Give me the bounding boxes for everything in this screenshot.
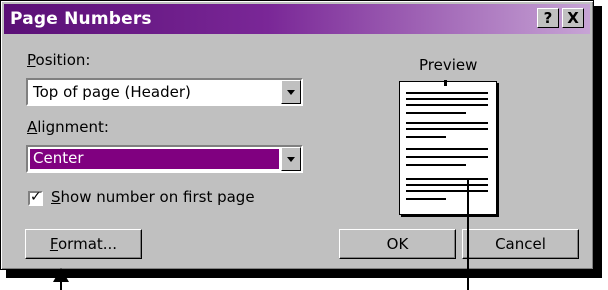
show-first-text: how number on first page bbox=[60, 188, 255, 206]
arrow-up-icon bbox=[53, 268, 69, 282]
page-numbers-dialog: Page Numbers ? X Position: Top of page (… bbox=[0, 0, 594, 270]
show-first-page-label[interactable]: Show number on first page bbox=[51, 188, 255, 206]
position-label-text: osition: bbox=[35, 51, 91, 69]
format-text: ormat... bbox=[58, 235, 118, 253]
preview-line bbox=[406, 98, 488, 100]
alignment-value: Center bbox=[29, 148, 280, 170]
preview-line bbox=[406, 164, 466, 166]
page-number-marker bbox=[444, 80, 447, 86]
preview-line bbox=[406, 190, 488, 192]
preview-line bbox=[406, 184, 488, 186]
show-first-accel: S bbox=[51, 188, 61, 206]
chevron-down-icon[interactable] bbox=[281, 80, 301, 104]
preview-line bbox=[406, 178, 488, 180]
preview-label: Preview bbox=[419, 56, 478, 74]
preview-page bbox=[399, 80, 497, 215]
alignment-label-text: lignment: bbox=[37, 118, 109, 136]
preview-line bbox=[406, 122, 488, 124]
position-select[interactable]: Top of page (Header) bbox=[26, 78, 303, 106]
cancel-button[interactable]: Cancel bbox=[462, 229, 579, 259]
preview-line bbox=[406, 136, 446, 138]
format-button[interactable]: Format... bbox=[25, 229, 142, 259]
preview-line bbox=[406, 148, 488, 150]
position-label: Position: bbox=[27, 51, 90, 69]
ok-button[interactable]: OK bbox=[339, 229, 456, 259]
preview-line bbox=[406, 198, 446, 200]
alignment-label-accel: A bbox=[27, 118, 38, 136]
dialog-title: Page Numbers bbox=[10, 9, 152, 29]
position-value: Top of page (Header) bbox=[33, 83, 191, 101]
preview-line bbox=[406, 92, 488, 94]
preview-line bbox=[406, 112, 466, 114]
alignment-select[interactable]: Center bbox=[26, 145, 303, 173]
show-first-page-checkbox[interactable] bbox=[28, 189, 43, 206]
preview-line bbox=[406, 156, 488, 158]
title-bar: Page Numbers ? X bbox=[4, 4, 590, 34]
help-button[interactable]: ? bbox=[537, 8, 559, 28]
format-accel: F bbox=[49, 235, 58, 253]
preview-line bbox=[406, 128, 488, 130]
alignment-label: Alignment: bbox=[27, 118, 109, 136]
close-button[interactable]: X bbox=[562, 8, 584, 28]
position-label-accel: P bbox=[27, 51, 36, 69]
chevron-down-icon[interactable] bbox=[281, 147, 301, 171]
preview-line bbox=[406, 104, 488, 106]
preview-pointer-line bbox=[467, 180, 469, 290]
